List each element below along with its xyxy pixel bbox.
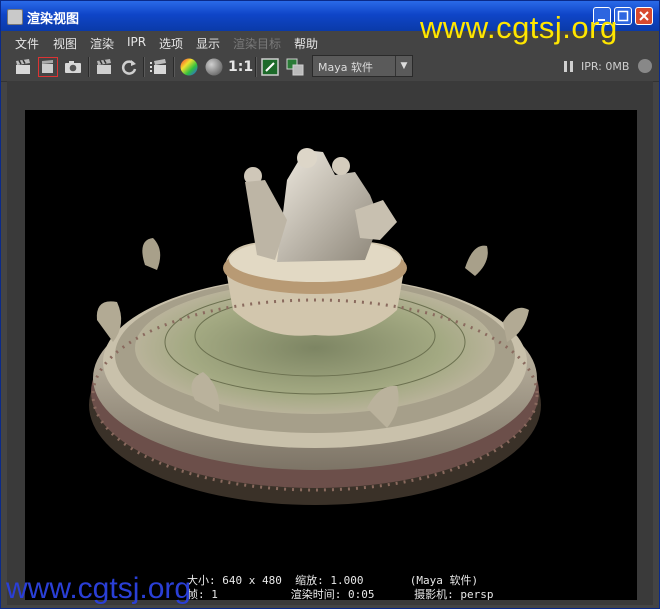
rgb-channel-button[interactable] [179, 57, 199, 77]
gray-sphere-icon [205, 58, 223, 76]
fountain-render-illustration [89, 148, 541, 505]
rendered-image [25, 110, 637, 600]
camera-icon [65, 61, 81, 73]
close-button[interactable] [635, 7, 653, 25]
render-region-button[interactable] [38, 57, 58, 77]
settings-clapboard-icon [150, 59, 166, 74]
menu-help[interactable]: 帮助 [294, 35, 318, 52]
keep-image-button[interactable] [260, 57, 280, 77]
ipr-stop-button[interactable] [638, 59, 652, 73]
render-view-window: 渲染视图 文件 视图 渲染 IPR 选项 显示 渲染目标 帮助 1:1 Maya… [0, 0, 660, 609]
watermark-bottom: www.cgtsj.org [6, 572, 192, 605]
toolbar-separator [88, 57, 90, 77]
render-info-frame: 帧: 1 渲染时间: 0:05 摄影机: persp [187, 588, 494, 601]
real-size-button[interactable]: 1:1 [228, 57, 253, 77]
ipr-clapboard-icon [97, 59, 111, 74]
renderer-selected-value: Maya 软件 [318, 61, 373, 74]
toolbar-separator [255, 57, 257, 77]
chevron-down-icon: ▼ [395, 56, 412, 76]
toolbar-separator [173, 57, 175, 77]
menu-render[interactable]: 渲染 [90, 35, 114, 52]
menu-ipr[interactable]: IPR [127, 35, 146, 49]
clapboard-icon [16, 59, 30, 74]
menu-display[interactable]: 显示 [196, 35, 220, 52]
close-icon [639, 11, 649, 21]
menu-render-target: 渲染目标 [233, 37, 282, 51]
refresh-icon [121, 60, 137, 75]
watermark-top: www.cgtsj.org [420, 10, 618, 45]
menu-options[interactable]: 选项 [159, 35, 183, 52]
toolbar-separator [143, 57, 145, 77]
refresh-ipr-button[interactable] [119, 57, 139, 77]
renderer-dropdown[interactable]: Maya 软件 ▼ [312, 55, 413, 77]
keep-image-icon [261, 58, 279, 76]
remove-image-icon [286, 58, 304, 76]
remove-image-button[interactable] [285, 57, 305, 77]
alpha-channel-button[interactable] [204, 57, 224, 77]
render-frame-button[interactable] [13, 57, 33, 77]
pause-icon[interactable] [564, 61, 573, 72]
menu-file[interactable]: 文件 [15, 35, 39, 52]
render-region-icon [42, 60, 53, 73]
maya-app-icon [7, 9, 23, 25]
window-title: 渲染视图 [27, 12, 80, 27]
color-wheel-icon [180, 58, 198, 76]
render-settings-button[interactable] [149, 57, 169, 77]
ipr-render-button[interactable] [94, 57, 114, 77]
ipr-memory-status: IPR: 0MB [581, 60, 630, 73]
menu-view[interactable]: 视图 [53, 35, 77, 52]
snapshot-button[interactable] [63, 57, 83, 77]
